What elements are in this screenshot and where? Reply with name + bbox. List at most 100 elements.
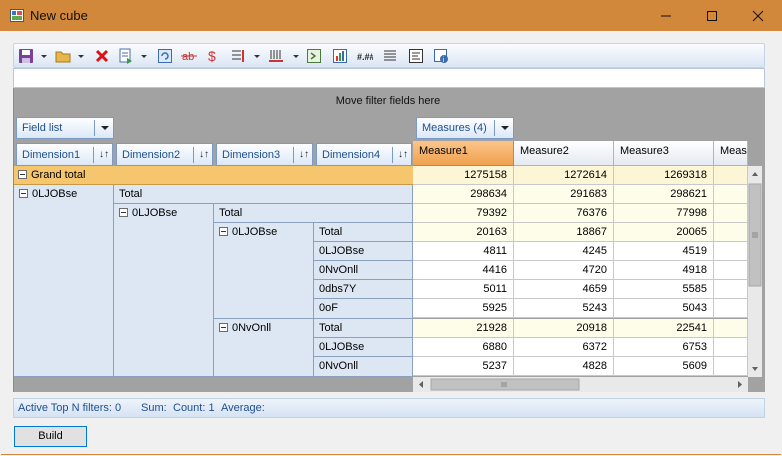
row-header-l3b[interactable]: 0NvOnll: [214, 319, 314, 377]
sort-icon[interactable]: ↓↑: [199, 149, 209, 160]
row-header-l1-total[interactable]: Total: [114, 185, 413, 204]
strikethrough-icon[interactable]: ab: [181, 48, 197, 64]
dimension-button-3[interactable]: Dimension3 ↓↑: [216, 143, 313, 166]
info-icon[interactable]: i: [433, 48, 449, 64]
measure-header-3[interactable]: Measure3: [614, 141, 714, 166]
text-format-icon[interactable]: [408, 48, 424, 64]
sort-rows-icon[interactable]: [230, 48, 246, 64]
pivot-settings-icon[interactable]: [306, 48, 322, 64]
row-header-item[interactable]: Total: [314, 223, 413, 242]
chart-icon[interactable]: [332, 48, 348, 64]
sort-rows-dropdown-icon[interactable]: [254, 55, 260, 58]
window-title: New cube: [30, 8, 88, 23]
row-header-l3a[interactable]: 0LJOBse: [214, 223, 314, 319]
data-cell: 5925: [413, 299, 514, 318]
collapse-icon[interactable]: [18, 170, 27, 179]
chevron-down-icon: [101, 126, 109, 130]
save-dropdown-icon[interactable]: [41, 55, 47, 58]
grand-total-cell: 1275158: [413, 166, 514, 185]
dimension-button-2[interactable]: Dimension2 ↓↑: [116, 143, 213, 166]
sort-icon[interactable]: ↓↑: [398, 149, 408, 160]
data-cell: 4720: [514, 261, 614, 280]
data-cell: 6372: [514, 338, 614, 357]
minimize-button[interactable]: [643, 0, 689, 31]
sort-icon[interactable]: ↓↑: [99, 149, 109, 160]
svg-text:$: $: [208, 48, 216, 64]
title-bar[interactable]: New cube: [0, 0, 782, 31]
measure-header-1[interactable]: Measure1: [413, 141, 514, 166]
collapse-icon[interactable]: [219, 227, 228, 236]
data-cell: 291683: [514, 185, 614, 204]
grand-total-cell: 1269318: [614, 166, 714, 185]
list-format-icon[interactable]: [382, 48, 398, 64]
data-cell: 5243: [514, 299, 614, 318]
row-header-item[interactable]: 0dbs7Y: [314, 280, 413, 299]
open-folder-icon[interactable]: [55, 48, 71, 64]
measures-button[interactable]: Measures (4): [416, 117, 514, 139]
data-cell: [714, 223, 748, 242]
export-dropdown-icon[interactable]: [141, 55, 147, 58]
horizontal-scrollbar[interactable]: [413, 377, 748, 392]
sort-icon[interactable]: ↓↑: [299, 149, 309, 160]
columns-dropdown-icon[interactable]: [293, 55, 299, 58]
delete-icon[interactable]: [94, 48, 110, 64]
measure-header-4[interactable]: Meası: [714, 141, 748, 166]
data-cell: 76376: [514, 204, 614, 223]
data-cell: 6880: [413, 338, 514, 357]
filter-input[interactable]: [13, 68, 765, 88]
data-cell: [714, 357, 748, 376]
data-cell: [714, 338, 748, 357]
row-header-l2[interactable]: 0LJOBse: [114, 204, 214, 377]
svg-text:ab: ab: [182, 51, 194, 63]
refresh-grid-icon[interactable]: [157, 48, 173, 64]
data-cell: 4245: [514, 242, 614, 261]
data-cell: 6753: [614, 338, 714, 357]
data-cell: [714, 242, 748, 261]
field-list-button[interactable]: Field list: [16, 117, 114, 139]
collapse-icon[interactable]: [19, 189, 28, 198]
row-header-item[interactable]: 0NvOnll: [314, 261, 413, 280]
row-header-item[interactable]: 0LJOBse: [314, 242, 413, 261]
dimension-button-1[interactable]: Dimension1 ↓↑: [16, 143, 113, 166]
close-button[interactable]: [735, 0, 781, 31]
data-cell: [714, 319, 748, 338]
filter-drop-area[interactable]: Move filter fields here: [14, 95, 762, 107]
status-bar: Active Top N filters: 0 Sum: Count: 1 Av…: [13, 398, 765, 418]
data-cell: 5237: [413, 357, 514, 376]
measure-header-2[interactable]: Measure2: [514, 141, 614, 166]
data-cell: [714, 280, 748, 299]
vertical-scrollbar[interactable]: [748, 166, 762, 377]
grand-total-row[interactable]: Grand total: [14, 166, 413, 185]
app-icon: [10, 9, 24, 22]
status-top-n: Active Top N filters: 0: [18, 402, 122, 414]
data-cell: 79392: [413, 204, 514, 223]
open-dropdown-icon[interactable]: [78, 55, 84, 58]
chevron-down-icon: [501, 126, 509, 130]
row-header-item[interactable]: 0oF: [314, 299, 413, 319]
grand-total-cell: 1272614: [514, 166, 614, 185]
data-cell: 4811: [413, 242, 514, 261]
dimension-button-4[interactable]: Dimension4 ↓↑: [316, 143, 412, 166]
number-format-icon[interactable]: #.##: [357, 48, 373, 64]
data-cell: 298634: [413, 185, 514, 204]
build-button[interactable]: Build: [14, 426, 87, 447]
currency-icon[interactable]: $: [205, 48, 221, 64]
data-cell: 20065: [614, 223, 714, 242]
row-header-item[interactable]: 0NvOnll: [314, 357, 413, 377]
save-icon[interactable]: [18, 48, 34, 64]
columns-icon[interactable]: [268, 48, 284, 64]
data-cell: [714, 204, 748, 223]
row-header-item[interactable]: Total: [314, 319, 413, 338]
maximize-button[interactable]: [689, 0, 735, 31]
grand-total-cell: [714, 166, 748, 185]
collapse-icon[interactable]: [119, 208, 128, 217]
export-icon[interactable]: [118, 48, 134, 64]
row-header-item[interactable]: 0LJOBse: [314, 338, 413, 357]
status-average: Average:: [221, 402, 265, 414]
data-cell: 5011: [413, 280, 514, 299]
row-header-l1[interactable]: 0LJOBse: [14, 185, 114, 377]
data-cell: 4918: [614, 261, 714, 280]
data-cell: 5609: [614, 357, 714, 376]
row-header-l2-total[interactable]: Total: [214, 204, 413, 223]
collapse-icon[interactable]: [219, 323, 228, 332]
